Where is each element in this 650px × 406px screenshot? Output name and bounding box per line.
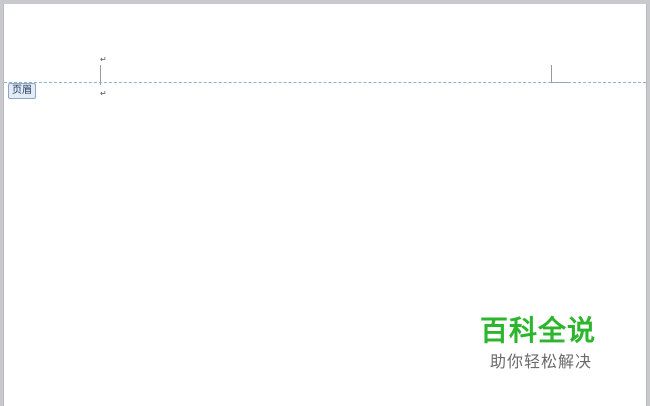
watermark-subtitle: 助你轻松解决 [490,352,593,371]
header-boundary-line [4,82,646,83]
watermark-title: 百科全说 [480,314,597,347]
crop-mark-right-vertical [551,65,552,83]
header-tab[interactable]: 页眉 [8,83,36,99]
paragraph-mark-header: ↵ [100,55,107,64]
paragraph-mark-body: ↵ [100,89,107,98]
